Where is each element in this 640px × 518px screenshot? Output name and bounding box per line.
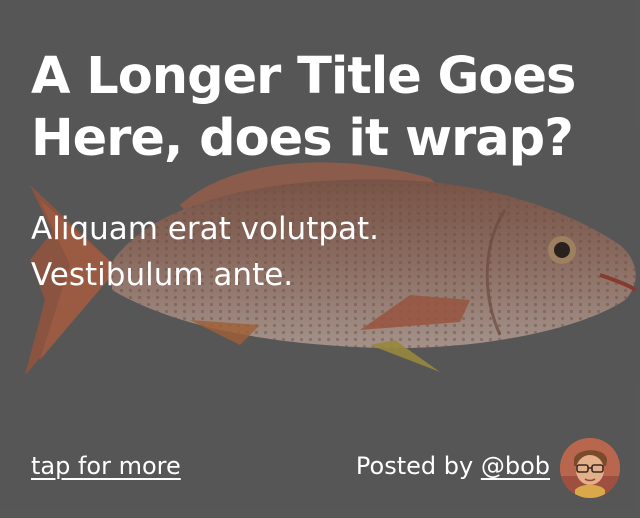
posted-by: Posted by @bob: [356, 450, 550, 482]
card-subtitle: Aliquam erat volutpat. Vestibulum ante.: [31, 211, 380, 293]
avatar-image: [560, 438, 620, 498]
card-footer: tap for more Posted by @bob: [31, 438, 620, 498]
story-card[interactable]: A Longer Title Goes Here, does it wrap? …: [0, 0, 640, 518]
card-title: A Longer Title Goes Here, does it wrap?: [31, 47, 576, 168]
card-content: A Longer Title Goes Here, does it wrap? …: [31, 46, 611, 298]
author-handle-link[interactable]: @bob: [481, 452, 550, 480]
tap-for-more-link[interactable]: tap for more: [31, 450, 181, 482]
author-avatar[interactable]: [560, 438, 620, 498]
posted-by-label: Posted by: [355, 452, 481, 480]
